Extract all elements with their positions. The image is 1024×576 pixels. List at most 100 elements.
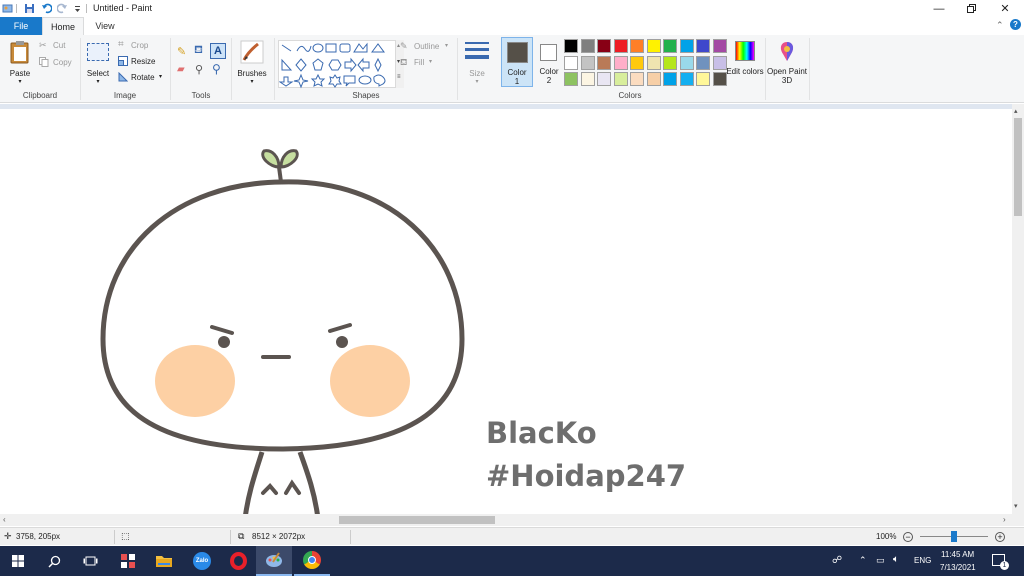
minimize-ribbon-icon[interactable]: ⌃ [996,20,1004,31]
palette-swatch[interactable] [696,39,710,53]
sprout-stem [277,166,283,183]
clock-date[interactable]: 7/13/2021 [940,563,976,572]
palette-swatch[interactable] [630,39,644,53]
palette-swatch[interactable] [630,72,644,86]
customize-qat-icon[interactable] [72,3,83,14]
edit-colors-button[interactable]: Edit colors [726,38,764,88]
zoom-level: 100% [876,532,897,541]
image-group-label: Image [113,91,137,100]
help-icon[interactable]: ? [1010,19,1021,30]
tab-home[interactable]: Home [42,17,84,35]
palette-swatch[interactable] [663,39,677,53]
paint-app-icon[interactable] [2,3,13,14]
size-button[interactable]: Size ▾ [462,38,492,86]
taskbar-opera[interactable] [220,546,256,576]
ribbon: Paste ▾ ✂ Cut Copy Clipboard Select ▾ ⌗ … [0,35,1024,103]
palette-swatch[interactable] [597,72,611,86]
palette-swatch[interactable] [564,39,578,53]
palette-swatch[interactable] [580,55,595,70]
save-icon[interactable] [24,3,35,14]
tab-file[interactable]: File [0,17,42,35]
horizontal-scroll-thumb[interactable] [339,516,495,524]
palette-swatch[interactable] [712,39,727,53]
scroll-down-icon[interactable]: ▾ [1014,502,1018,510]
paste-button[interactable]: Paste ▾ [5,38,35,86]
eraser-icon[interactable]: ▰ [177,64,185,75]
horizontal-scrollbar[interactable]: ‹ › [0,514,1024,526]
brushes-button[interactable]: Brushes ▾ [235,38,269,86]
taskbar-file-explorer[interactable] [146,546,182,576]
brushes-dropdown-icon: ▾ [250,79,254,85]
brushes-label: Brushes [237,69,267,78]
zoom-in-icon[interactable]: + [995,532,1005,542]
shapes-gallery[interactable] [278,40,396,89]
volume-icon[interactable]: 🔈︎ [893,554,899,565]
fill-bucket-icon[interactable]: ⛾ [194,44,203,58]
palette-swatch[interactable] [712,55,727,70]
restore-button[interactable] [954,0,988,17]
tab-view[interactable]: View [84,17,126,35]
language-indicator[interactable]: ENG [914,556,931,565]
palette-swatch[interactable] [679,72,694,86]
magnifier-icon[interactable]: ⚲ [212,62,221,76]
palette-swatch[interactable] [630,55,644,70]
taskbar-paint[interactable] [256,546,292,576]
palette-swatch[interactable] [613,39,628,53]
text-tool-icon[interactable]: A [210,43,226,59]
search-button[interactable] [36,546,72,576]
start-button[interactable] [0,546,36,576]
show-hidden-icons-icon[interactable]: ⌃ [859,555,867,566]
palette-swatch[interactable] [597,39,611,53]
color2-button[interactable]: Color 2 [535,37,563,87]
palette-swatch[interactable] [696,55,710,70]
drawing-canvas[interactable]: BlacKo #Hoidap247 [0,109,1012,514]
palette-swatch[interactable] [679,55,694,70]
palette-swatch[interactable] [646,55,661,70]
vertical-scroll-thumb[interactable] [1014,118,1022,216]
scroll-right-icon[interactable]: › [1003,515,1006,524]
palette-swatch[interactable] [646,72,661,86]
selection-size-icon: ⬚ [121,531,130,541]
palette-swatch[interactable] [663,55,677,70]
palette-swatch[interactable] [696,72,710,86]
ribbon-tabs: File Home View ⌃ ? [0,17,1024,35]
clock-time[interactable]: 11:45 AM [941,550,974,559]
select-rectangle-icon [87,43,109,61]
palette-swatch[interactable] [580,72,595,86]
zoom-out-icon[interactable]: − [903,532,913,542]
left-eye [218,336,230,348]
palette-swatch[interactable] [613,55,628,70]
taskbar-app-grid[interactable] [110,546,146,576]
status-bar: ✛ 3758, 205px ⬚ ⧉ 8512 × 2072px 100% − + [0,527,1024,545]
undo-icon[interactable] [41,3,52,14]
shapes-more-icon[interactable]: ≡ [397,74,401,80]
color-picker-icon[interactable]: ⚲ [195,63,203,76]
vertical-scrollbar[interactable]: ▴ ▾ [1012,104,1024,514]
group-separator [457,38,458,100]
palette-swatch[interactable] [564,72,578,86]
minimize-button[interactable]: — [922,0,956,17]
people-icon[interactable]: ☍ [832,555,842,566]
palette-swatch[interactable] [580,39,595,53]
copy-icon [39,57,49,67]
select-button[interactable]: Select ▾ [84,38,112,86]
palette-swatch[interactable] [663,72,677,86]
palette-swatch[interactable] [564,55,578,70]
palette-swatch[interactable] [597,55,611,70]
scroll-left-icon[interactable]: ‹ [3,515,6,524]
scroll-up-icon[interactable]: ▴ [1014,107,1018,115]
palette-swatch[interactable] [613,72,628,86]
open-paint3d-button[interactable]: Open Paint 3D [767,38,807,88]
close-button[interactable]: ✕ [988,0,1022,17]
palette-swatch[interactable] [679,39,694,53]
redo-icon[interactable] [57,3,68,14]
palette-swatch[interactable] [712,72,727,86]
palette-swatch[interactable] [646,39,661,53]
color1-button[interactable]: Color 1 [501,37,533,87]
taskbar-zalo[interactable]: Zalo [184,546,220,576]
pencil-icon[interactable]: ✎ [177,45,186,58]
zoom-slider-thumb[interactable] [951,531,957,542]
task-view-button[interactable] [72,546,108,576]
battery-icon[interactable]: ▭ [876,555,885,566]
taskbar-chrome[interactable] [294,546,330,576]
